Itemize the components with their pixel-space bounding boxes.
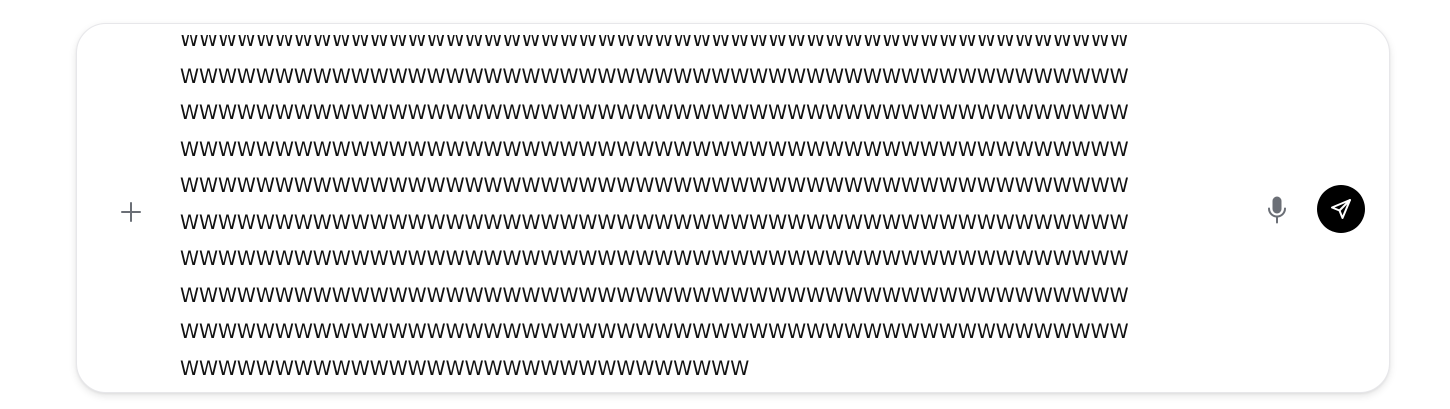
message-text-line: WWWWWWWWWWWWWWWWWWWWWWWWWWWWWWWWWWWWWWWW… bbox=[180, 35, 1129, 51]
message-text-line: WWWWWWWWWWWWWWWWWWWWWWWWWWWWWWWWWWWWWWWW… bbox=[180, 283, 1129, 307]
message-text-line: WWWWWWWWWWWWWWWWWWWWWWWWWWWWWWWWWWWWWWWW… bbox=[180, 320, 1129, 343]
plus-icon bbox=[120, 201, 142, 223]
microphone-icon bbox=[1266, 195, 1288, 225]
message-input[interactable]: WWWWWWWWWWWWWWWWWWWWWWWWWWWWWWWWWWWWWWWW… bbox=[180, 35, 1224, 383]
paper-plane-icon bbox=[1329, 197, 1353, 221]
attach-button[interactable] bbox=[113, 194, 149, 230]
message-text-line: WWWWWWWWWWWWWWWWWWWWWWWWWWWWWW bbox=[180, 356, 750, 380]
send-button[interactable] bbox=[1317, 185, 1365, 233]
message-text: WWWWWWWWWWWWWWWWWWWWWWWWWWWWWWWWWWWWWWWW… bbox=[180, 35, 1129, 383]
voice-input-button[interactable] bbox=[1259, 192, 1295, 228]
message-text-line: WWWWWWWWWWWWWWWWWWWWWWWWWWWWWWWWWWWWWWWW… bbox=[180, 64, 1129, 88]
message-text-line: WWWWWWWWWWWWWWWWWWWWWWWWWWWWWWWWWWWWWWWW… bbox=[180, 101, 1129, 124]
message-text-line: WWWWWWWWWWWWWWWWWWWWWWWWWWWWWWWWWWWWWWWW… bbox=[180, 137, 1129, 161]
message-text-line: WWWWWWWWWWWWWWWWWWWWWWWWWWWWWWWWWWWWWWWW… bbox=[180, 247, 1129, 270]
message-composer: WWWWWWWWWWWWWWWWWWWWWWWWWWWWWWWWWWWWWWWW… bbox=[76, 23, 1390, 393]
message-text-line: WWWWWWWWWWWWWWWWWWWWWWWWWWWWWWWWWWWWWWWW… bbox=[180, 210, 1129, 234]
message-text-line: WWWWWWWWWWWWWWWWWWWWWWWWWWWWWWWWWWWWWWWW… bbox=[180, 174, 1129, 197]
